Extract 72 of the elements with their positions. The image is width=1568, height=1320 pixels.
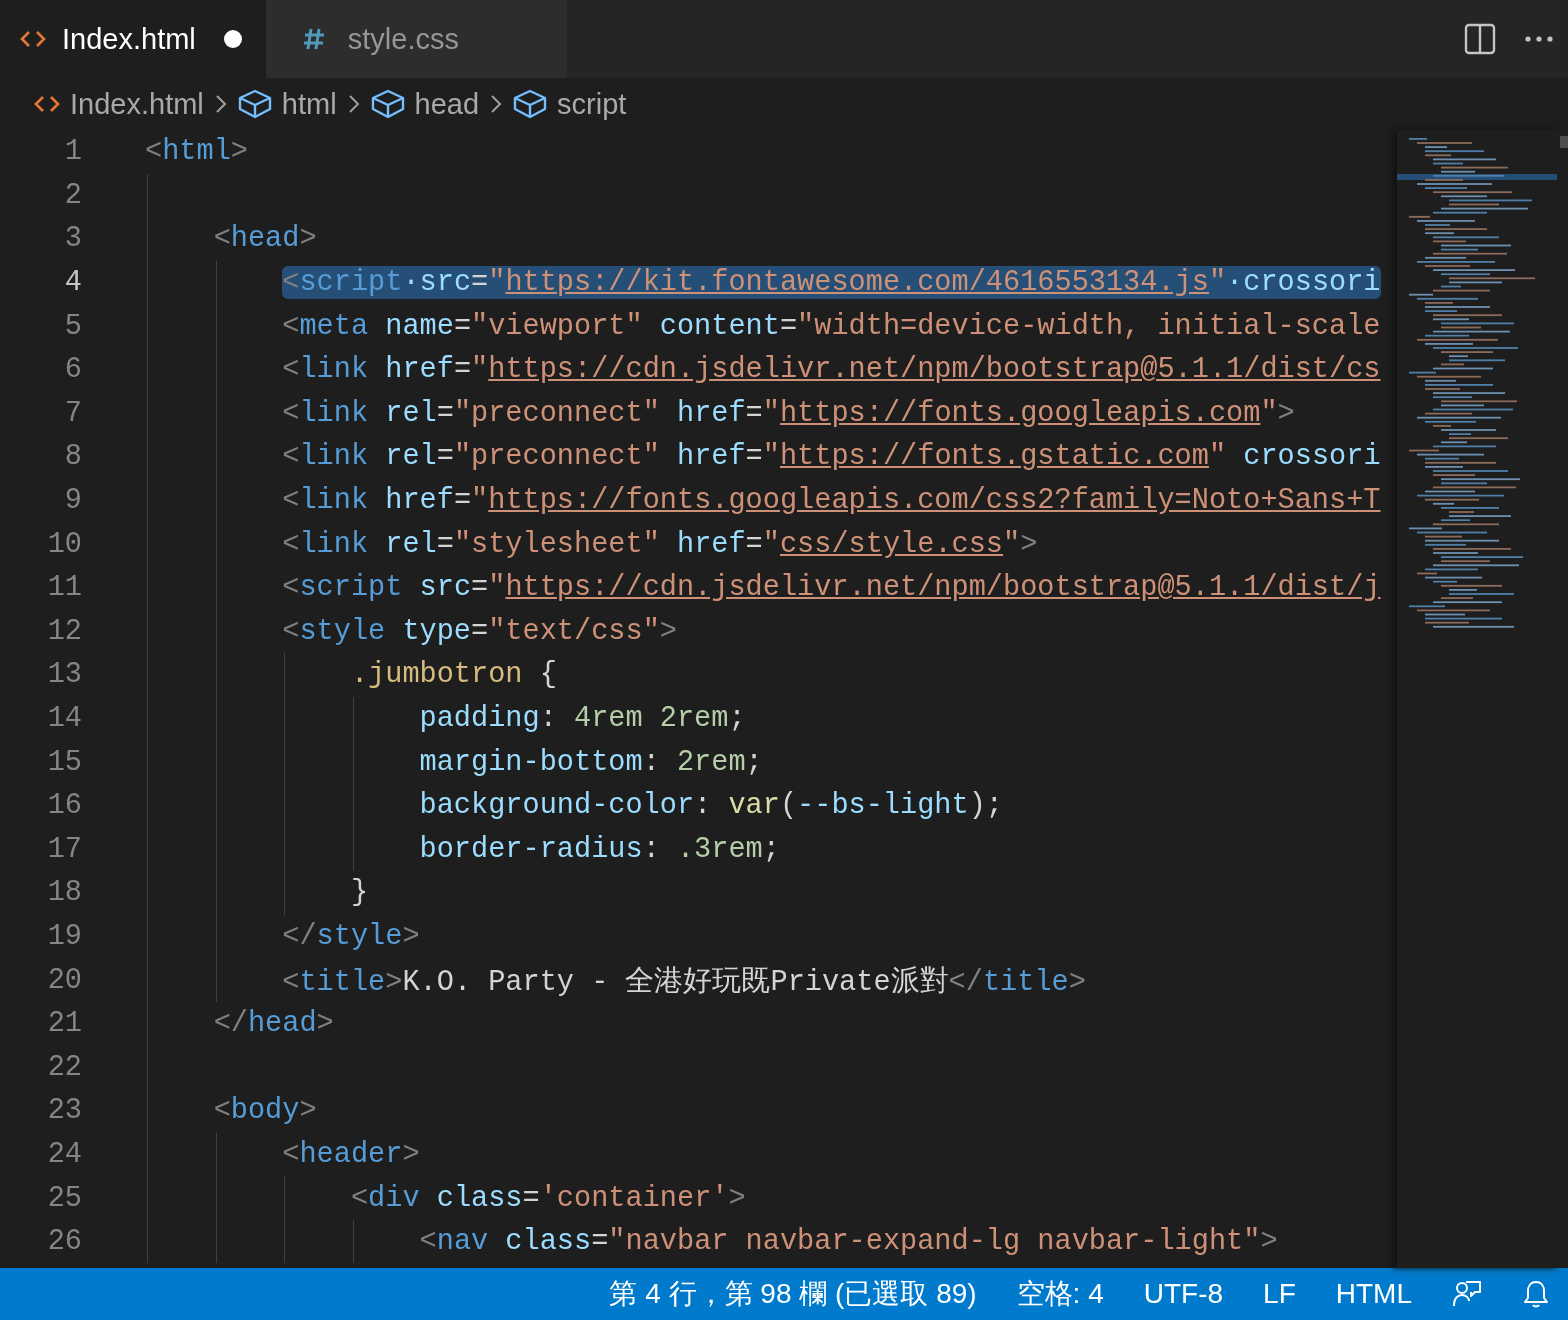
line-number: 6 <box>63 353 82 387</box>
line-number: 10 <box>46 527 82 561</box>
code-line: </head> <box>213 1007 334 1041</box>
more-icon[interactable] <box>1524 35 1554 43</box>
line-number: 20 <box>46 963 82 997</box>
line-number: 1 <box>63 135 82 169</box>
code-line: <link href="https://fonts.googleapis.com/css2?family=Noto+Sans+T <box>282 484 1381 518</box>
code-line: <html> <box>145 135 248 169</box>
line-number: 7 <box>63 396 82 430</box>
code-line: <link rel="preconnect" href="https://fonts.gstatic.com" crossori <box>282 440 1381 474</box>
editor-tab[interactable]: Index.html <box>0 0 266 78</box>
code-line: </style> <box>282 920 420 953</box>
line-number: 24 <box>46 1137 82 1171</box>
code-line: <style type="text/css"> <box>282 614 677 648</box>
code-line: background-color: var(--bs-light); <box>419 789 1003 823</box>
breadcrumb-item[interactable]: head <box>370 87 480 121</box>
code-line: <nav class="navbar navbar-expand-lg navbar-light"> <box>419 1225 1278 1259</box>
line-number: 23 <box>46 1094 82 1128</box>
cube-icon <box>370 89 405 119</box>
code-line: } <box>350 876 369 910</box>
line-number: 18 <box>46 876 82 910</box>
line-number: 25 <box>46 1181 82 1215</box>
line-number: 16 <box>46 789 82 823</box>
code-line: <meta name="viewport" content="width=device-width, initial-scale <box>282 309 1381 343</box>
code-line: <link rel="preconnect" href="https://fonts.googleapis.com"> <box>282 396 1295 430</box>
code-line: <script src="https://cdn.jsdelivr.net/npm/bootstrap@5.1.1/dist/j <box>282 571 1381 605</box>
line-number: 2 <box>63 178 82 212</box>
line-number: 4 <box>63 266 82 300</box>
code-line: <body> <box>213 1094 317 1128</box>
status-item[interactable]: 空格: 4 <box>1016 1275 1104 1313</box>
line-number: 13 <box>46 658 82 692</box>
breadcrumb-item[interactable]: html <box>237 87 337 121</box>
code-line: <header> <box>282 1137 420 1171</box>
feedback-icon[interactable] <box>1452 1279 1482 1309</box>
line-number: 11 <box>46 571 82 605</box>
bell-icon[interactable] <box>1522 1279 1550 1309</box>
code-line: padding: 4rem 2rem; <box>419 702 746 735</box>
breadcrumb-item[interactable]: Index.html <box>34 87 204 121</box>
split-editor-icon[interactable] <box>1464 23 1496 55</box>
line-number: 14 <box>46 702 82 735</box>
status-item[interactable]: 第 4 行，第 98 欄 (已選取 89) <box>609 1275 977 1313</box>
code-line: <div class='container'> <box>350 1181 746 1215</box>
code-line: <link rel="stylesheet" href="css/style.css"> <box>282 527 1038 561</box>
line-number: 3 <box>63 222 82 256</box>
line-number: 15 <box>46 745 82 779</box>
line-number: 22 <box>46 1050 82 1084</box>
line-number: 19 <box>46 920 82 953</box>
line-number: 12 <box>46 614 82 648</box>
breadcrumb-item[interactable]: script <box>513 87 627 121</box>
editor-tab[interactable]: style.css <box>265 0 567 78</box>
status-item[interactable]: HTML <box>1335 1278 1412 1310</box>
cube-icon <box>237 89 272 119</box>
code-line: <head> <box>213 222 317 256</box>
line-number: 9 <box>63 484 82 518</box>
chevron-right-icon <box>489 93 504 115</box>
line-number: 17 <box>46 832 82 866</box>
code-line: border-radius: .3rem; <box>419 832 780 866</box>
status-item[interactable]: LF <box>1263 1278 1296 1310</box>
code-line: margin-bottom: 2rem; <box>419 745 763 779</box>
code-line: <title>K.O. Party - 全港好玩既Private派對</title> <box>282 964 1086 1000</box>
code-line: .jumbotron { <box>350 658 557 692</box>
line-number: 5 <box>63 309 82 343</box>
scrollbar-thumb[interactable] <box>1560 136 1568 148</box>
chevron-right-icon <box>346 93 361 115</box>
hash-icon <box>301 27 326 51</box>
line-number: 26 <box>46 1225 82 1259</box>
chevron-right-icon <box>213 93 228 115</box>
status-item[interactable]: UTF-8 <box>1143 1278 1224 1310</box>
cube-icon <box>513 89 548 119</box>
line-number: 21 <box>46 1007 82 1041</box>
code-line: <link href="https://cdn.jsdelivr.net/npm/bootstrap@5.1.1/dist/cs <box>282 353 1381 387</box>
line-number: 8 <box>63 440 82 474</box>
